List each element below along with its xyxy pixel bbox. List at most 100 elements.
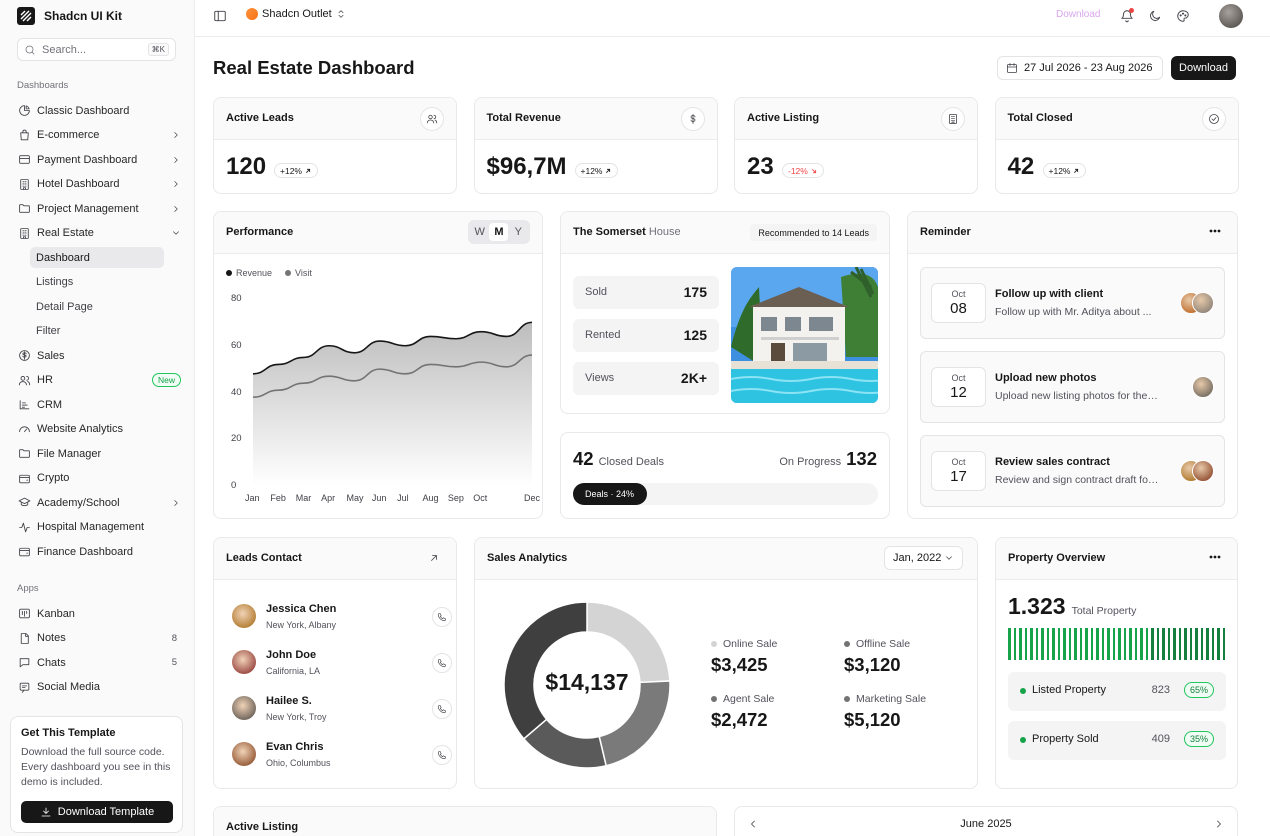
date-range-picker[interactable]: 27 Jul 2026 - 23 Aug 2026: [997, 56, 1163, 80]
sidebar-item-website-analytics[interactable]: Website Analytics: [17, 419, 181, 440]
contact-name: Hailee S.: [266, 695, 312, 707]
sidebar-item-notes[interactable]: Notes 8: [17, 628, 181, 649]
contact-item[interactable]: Hailee S. New York, Troy: [232, 691, 452, 727]
sidebar-item-real-estate[interactable]: Real Estate: [17, 223, 181, 244]
reminder-month: Oct: [951, 457, 966, 467]
search-icon: [25, 45, 35, 54]
sidebar-item-classic-dashboard[interactable]: Classic Dashboard: [17, 100, 181, 121]
arrow-up-right-icon[interactable]: [428, 552, 440, 564]
sidebar-item-hotel-dashboard[interactable]: Hotel Dashboard: [17, 174, 181, 195]
sidebar-item-social-media[interactable]: Social Media: [17, 677, 181, 698]
stat-icon-button[interactable]: [1201, 107, 1226, 131]
performance-chart: [252, 321, 533, 486]
download-template-button[interactable]: Download Template: [21, 801, 173, 823]
sidebar-item-hospital-management[interactable]: Hospital Management: [17, 517, 181, 538]
sidebar-item-hr[interactable]: HR New: [17, 370, 181, 391]
reminder-item[interactable]: Oct 12 Upload new photos Upload new listing…: [920, 351, 1225, 423]
overview-bar: [1129, 628, 1132, 660]
property-stat-value: 125: [683, 327, 707, 343]
stat-change-badge: +12%: [1042, 163, 1087, 178]
download-template-label: Download Template: [57, 806, 155, 818]
sales-legend-value: $3,120: [844, 654, 901, 675]
team-logo-icon: [246, 8, 258, 20]
contact-item[interactable]: John Doe California, LA: [232, 645, 452, 681]
contact-city: New York, Troy: [266, 712, 327, 722]
reminder-item[interactable]: Oct 08 Follow up with client Follow up with…: [920, 267, 1225, 339]
download-link[interactable]: Download: [1056, 9, 1100, 20]
contact-avatar: [232, 604, 256, 628]
sidebar-item-kanban[interactable]: Kanban: [17, 603, 181, 624]
sidebar-item-label: Website Analytics: [37, 423, 124, 435]
call-button[interactable]: [432, 607, 452, 627]
chevron-right-icon[interactable]: [1213, 818, 1225, 830]
stat-icon-button[interactable]: [680, 107, 705, 131]
chevrons-up-down-icon: [338, 10, 344, 18]
sales-legend-agent-sale: Agent Sale: [711, 693, 774, 705]
more-icon[interactable]: [1209, 229, 1221, 233]
contact-item[interactable]: Jessica Chen New York, Albany: [232, 599, 452, 635]
sidebar-item-sales[interactable]: Sales: [17, 345, 181, 366]
sidebar-item-label: File Manager: [37, 447, 102, 460]
recommended-badge: Recommended to 14 Leads: [750, 224, 877, 241]
sidebar-subitem-listings[interactable]: Listings: [30, 272, 164, 293]
property-stat-label: Views: [585, 372, 615, 384]
call-button[interactable]: [432, 653, 452, 673]
sidebar-subitem-dashboard[interactable]: Dashboard: [30, 247, 164, 268]
brand-name: Shadcn UI Kit: [44, 9, 123, 23]
credit-card-icon: [19, 155, 30, 164]
section-label-apps: Apps: [17, 583, 39, 594]
sidebar-item-project-management[interactable]: Project Management: [17, 198, 181, 219]
sidebar-item-chats[interactable]: Chats 5: [17, 652, 181, 673]
overview-bar: [1090, 628, 1093, 660]
sidebar-item-academy-school[interactable]: Academy/School: [17, 492, 181, 513]
call-button[interactable]: [432, 745, 452, 765]
item-count: 8: [171, 632, 177, 644]
shopping-bag-icon: [20, 129, 29, 140]
sidebar-toggle-icon[interactable]: [213, 9, 227, 23]
on-progress-label: On Progress: [779, 456, 842, 468]
notifications-button[interactable]: [1120, 8, 1134, 23]
sidebar-item-label: HR: [37, 374, 53, 386]
notification-dot: [1129, 8, 1134, 13]
overview-bar: [1206, 628, 1209, 660]
sidebar-item-e-commerce[interactable]: E-commerce: [17, 125, 181, 146]
palette-icon[interactable]: [1176, 9, 1190, 23]
arrow-up-right-icon: [1074, 168, 1079, 173]
brand[interactable]: Shadcn UI Kit: [17, 6, 122, 26]
stat-icon-button[interactable]: [941, 107, 965, 131]
overview-bar: [1217, 628, 1220, 660]
stat-icon-button[interactable]: [420, 107, 444, 131]
property-stat-rented: Rented 125: [573, 319, 719, 352]
call-button[interactable]: [432, 699, 452, 719]
sidebar-item-finance-dashboard[interactable]: Finance Dashboard: [17, 541, 181, 562]
leads-contact-card: Leads Contact Jessica Chen New York, Alba…: [213, 537, 457, 789]
overview-bar: [1057, 628, 1060, 660]
overview-bar: [1085, 628, 1088, 660]
contact-city: New York, Albany: [266, 620, 337, 630]
moon-icon[interactable]: [1148, 9, 1162, 23]
calendar-icon: [1007, 63, 1017, 73]
overview-bar: [1079, 628, 1082, 660]
sidebar-subitem-filter[interactable]: Filter: [30, 321, 164, 342]
stat-value: 120: [226, 153, 267, 180]
sales-legend-value: $5,120: [844, 709, 901, 730]
sidebar-item-payment-dashboard[interactable]: Payment Dashboard: [17, 149, 181, 170]
sidebar-item-label: Social Media: [37, 681, 100, 693]
overview-bar: [1052, 628, 1055, 660]
overview-more-icon[interactable]: [1209, 555, 1221, 559]
sidebar-item-file-manager[interactable]: File Manager: [17, 443, 181, 464]
sidebar-item-crypto[interactable]: Crypto: [17, 468, 181, 489]
reminder-desc: Follow up with Mr. Aditya about ...: [995, 306, 1152, 318]
sidebar-item-crm[interactable]: CRM: [17, 394, 181, 415]
stat-change-badge: +12%: [274, 163, 318, 178]
x-tick-label: Dec: [524, 493, 541, 503]
team-switcher[interactable]: Shadcn Outlet: [246, 8, 346, 20]
sidebar-subitem-detail-page[interactable]: Detail Page: [30, 296, 164, 317]
overview-bar: [1046, 628, 1049, 660]
sales-legend-offline-sale: Offline Sale: [844, 638, 910, 650]
search-input[interactable]: Search... ⌘K: [17, 38, 176, 61]
user-avatar[interactable]: [1219, 4, 1243, 28]
download-button[interactable]: Download: [1171, 56, 1236, 80]
reminder-item[interactable]: Oct 17 Review sales contract Review and sig…: [920, 435, 1225, 507]
contact-item[interactable]: Evan Chris Ohio, Columbus: [232, 737, 452, 773]
